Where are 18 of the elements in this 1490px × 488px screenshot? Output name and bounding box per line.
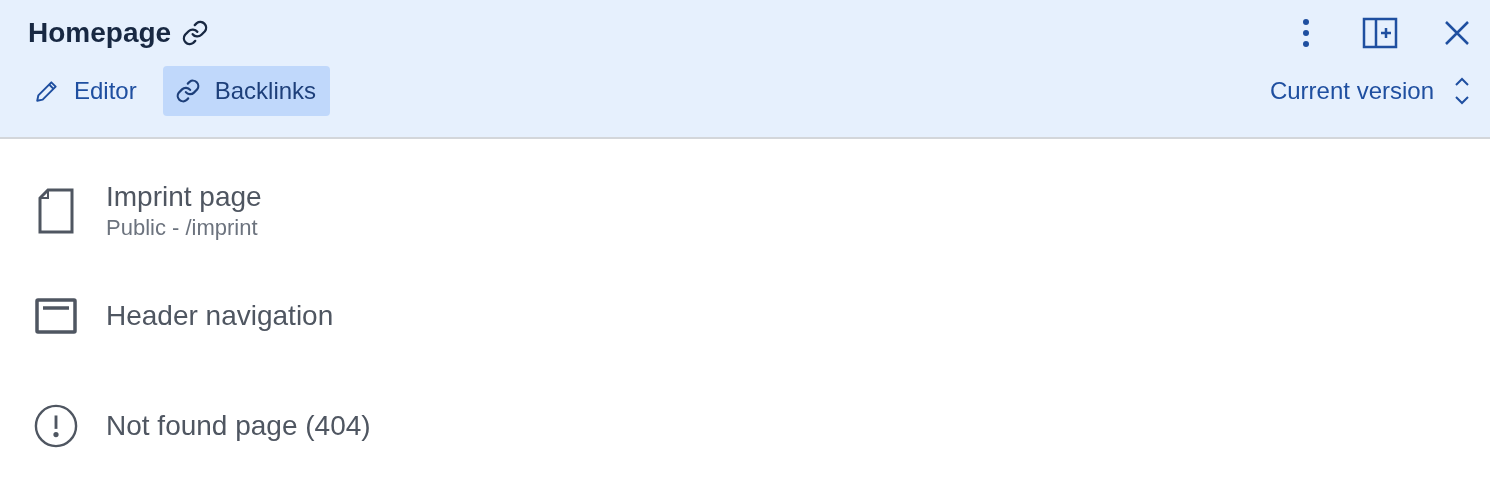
split-view-button[interactable]	[1362, 17, 1398, 49]
more-options-button[interactable]	[1302, 18, 1310, 48]
alert-icon	[34, 403, 78, 449]
layout-icon	[35, 298, 77, 334]
page-title: Homepage	[28, 17, 172, 49]
backlink-path: Public - /imprint	[106, 215, 259, 241]
backlink-title[interactable]: Header navigation	[106, 300, 334, 332]
version-select[interactable]: Current version	[1269, 76, 1470, 106]
link-icon	[181, 19, 210, 47]
tab[interactable]: Editor	[22, 66, 151, 116]
pencil-icon	[34, 78, 60, 104]
close-button[interactable]	[1444, 20, 1470, 46]
document-icon	[38, 188, 74, 234]
backlink-title[interactable]: Imprint page	[106, 181, 262, 213]
chevron-up-down-icon	[1454, 76, 1470, 106]
tab[interactable]: Backlinks	[162, 66, 331, 116]
link-icon	[174, 78, 201, 104]
backlink-title[interactable]: Not found page (404)	[106, 410, 371, 442]
